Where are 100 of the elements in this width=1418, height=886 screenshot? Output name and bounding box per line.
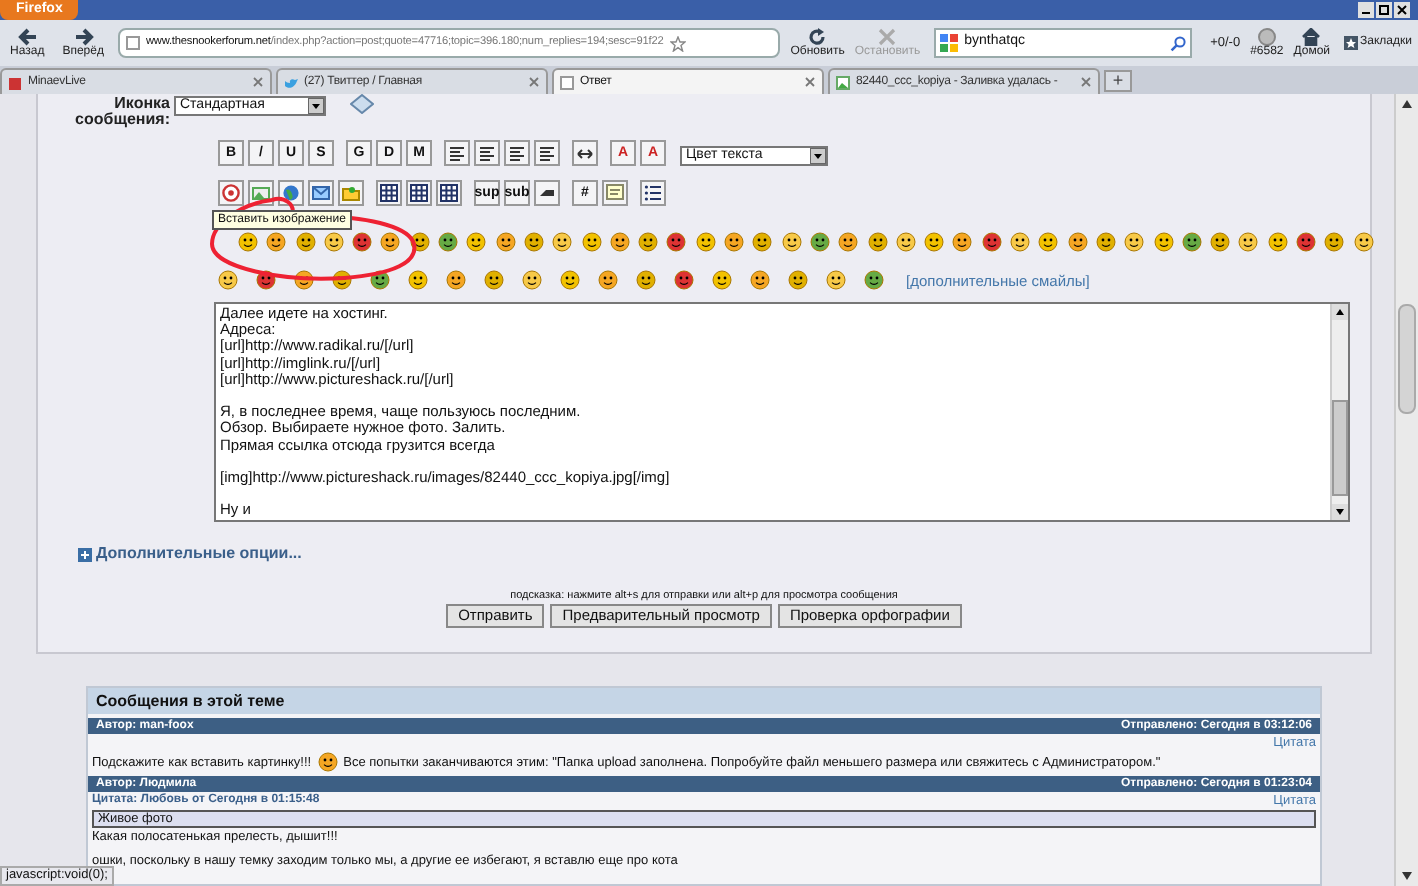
down-arrow-icon: [1332, 504, 1348, 520]
minimize-icon[interactable]: [1358, 2, 1374, 18]
smiley-icon[interactable]: [724, 231, 745, 251]
scrollbar-thumb[interactable]: [1398, 304, 1416, 414]
smiley-icon[interactable]: [523, 231, 544, 251]
smiley-icon[interactable]: [666, 231, 687, 251]
smiley-icon[interactable]: [552, 231, 573, 251]
toolbar-button[interactable]: [534, 179, 560, 205]
smiley-icon[interactable]: [238, 231, 258, 251]
smiley-icon[interactable]: [408, 270, 428, 290]
textarea-scrollbar[interactable]: [1330, 304, 1348, 520]
toolbar-button[interactable]: [406, 179, 432, 205]
smiley-icon[interactable]: [317, 752, 338, 772]
smiley-icon[interactable]: [560, 270, 580, 290]
close-icon[interactable]: [1394, 2, 1410, 18]
toolbar-button[interactable]: [444, 139, 470, 165]
smiley-icon[interactable]: [332, 270, 352, 290]
smiley-icon[interactable]: [638, 231, 659, 251]
smiley-icon[interactable]: [409, 231, 430, 251]
smiley-icon[interactable]: [581, 231, 602, 251]
smiley-icon[interactable]: [752, 231, 773, 251]
toolbar-button[interactable]: [308, 179, 334, 205]
smiley-icon[interactable]: [1238, 231, 1259, 251]
smiley-icon[interactable]: [446, 270, 466, 290]
smiley-icon[interactable]: [352, 231, 373, 251]
table-icon: [440, 183, 458, 201]
folder-icon: [342, 183, 360, 201]
smiley-icon[interactable]: [826, 270, 846, 290]
dropdown-arrow-icon: [810, 148, 826, 164]
smiley-icon[interactable]: [294, 270, 314, 290]
section-title: Сообщения в этой теме: [88, 688, 1320, 714]
smiley-icon[interactable]: [981, 231, 1002, 251]
scrollbar-thumb[interactable]: [1332, 400, 1348, 496]
forward-arrow-icon: [73, 27, 94, 45]
smiley-icon[interactable]: [1153, 231, 1173, 251]
smiley-icon[interactable]: [218, 270, 238, 290]
toolbar-button[interactable]: [436, 179, 462, 205]
smiley-icon[interactable]: [256, 270, 276, 290]
star-icon: [669, 35, 686, 51]
smiley-icon[interactable]: [864, 270, 884, 290]
smiley-icon[interactable]: [495, 231, 516, 251]
align-icon: [448, 143, 466, 161]
plus-icon: [78, 547, 92, 561]
home-icon: [1302, 27, 1321, 45]
smiley-icon[interactable]: [1267, 231, 1288, 251]
toolbar-button[interactable]: [504, 139, 530, 165]
smiley-icon[interactable]: [674, 270, 694, 290]
flash-icon: [222, 183, 240, 201]
toolbar-button[interactable]: [572, 139, 598, 165]
smiley-icon[interactable]: [1324, 231, 1345, 251]
smiley-icon[interactable]: [598, 270, 618, 290]
smiley-icon[interactable]: [867, 231, 888, 251]
smiley-icon[interactable]: [781, 231, 802, 251]
toolbar-button[interactable]: [474, 139, 500, 165]
smiley-icon[interactable]: [370, 270, 390, 290]
smiley-icon[interactable]: [438, 231, 459, 251]
smiley-icon[interactable]: [1353, 231, 1374, 251]
smiley-icon[interactable]: [323, 231, 344, 251]
back-arrow-icon: [17, 27, 38, 45]
more-options-link[interactable]: Дополнительные опции...: [78, 542, 302, 566]
smiley-icon[interactable]: [712, 270, 732, 290]
smiley-icon[interactable]: [952, 231, 973, 251]
smiley-icon[interactable]: [484, 270, 504, 290]
smiley-icon[interactable]: [1010, 231, 1031, 251]
smiley-icon[interactable]: [380, 231, 401, 251]
smiley-icon[interactable]: [609, 231, 630, 251]
smiley-icon[interactable]: [895, 231, 916, 251]
toolbar-button[interactable]: [218, 179, 244, 205]
toolbar-button[interactable]: [640, 179, 666, 205]
smiley-icon[interactable]: [809, 231, 830, 251]
bird-icon: [284, 75, 298, 89]
smiley-icon[interactable]: [1181, 231, 1202, 251]
toolbar-button[interactable]: [376, 179, 402, 205]
site-icon: [8, 75, 22, 89]
smiley-icon[interactable]: [466, 231, 487, 251]
search-engine-icon: [940, 34, 959, 52]
smiley-icon[interactable]: [1124, 231, 1145, 251]
smiley-icon[interactable]: [1295, 231, 1316, 251]
toolbar-button[interactable]: [534, 139, 560, 165]
smiley-icon[interactable]: [636, 270, 656, 290]
list-icon: [644, 183, 662, 201]
smiley-icon[interactable]: [1067, 231, 1088, 251]
maximize-icon[interactable]: [1376, 2, 1392, 18]
scrollbar[interactable]: [1394, 94, 1418, 886]
smiley-icon[interactable]: [1210, 231, 1231, 251]
new-tab-button[interactable]: +: [1104, 70, 1132, 92]
quote-icon: [606, 183, 624, 201]
smiley-icon[interactable]: [1038, 231, 1059, 251]
smiley-icon[interactable]: [522, 270, 542, 290]
smiley-icon[interactable]: [788, 270, 808, 290]
smiley-icon[interactable]: [750, 270, 770, 290]
smiley-icon[interactable]: [1095, 231, 1116, 251]
smiley-icon[interactable]: [838, 231, 859, 251]
smiley-icon[interactable]: [295, 231, 316, 251]
smiley-icon[interactable]: [695, 231, 716, 251]
image-icon: [252, 183, 270, 201]
smiley-icon[interactable]: [924, 231, 945, 251]
smiley-icon[interactable]: [266, 231, 287, 251]
horizontal-rule-icon: [576, 143, 594, 161]
bookmark-star-icon: [1344, 36, 1359, 50]
